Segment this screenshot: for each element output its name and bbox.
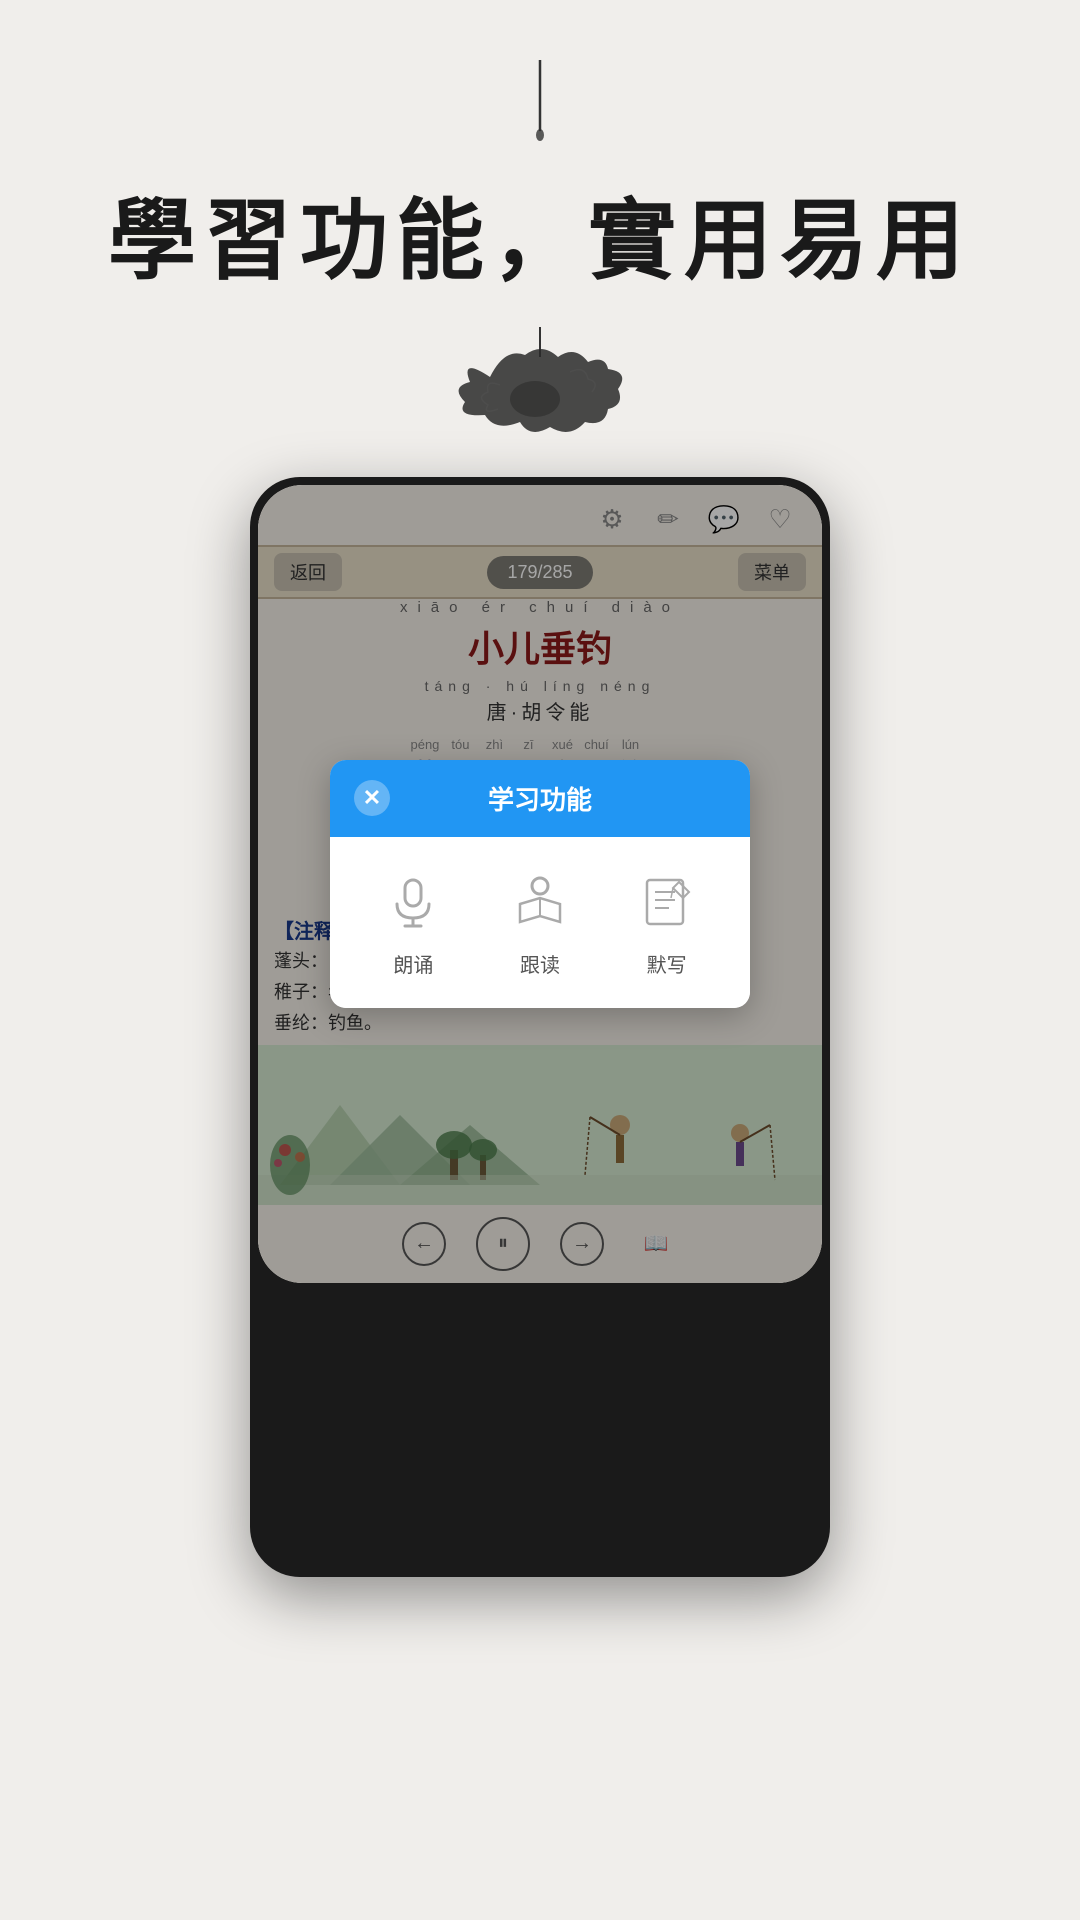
write-icon — [632, 867, 702, 937]
microphone-icon — [378, 867, 448, 937]
learning-modal: ✕ 学习功能 — [330, 760, 750, 1008]
modal-title: 学习功能 — [406, 780, 674, 817]
top-section: 學習功能，實用易用 — [0, 0, 1080, 477]
main-title: 學習功能，實用易用 — [108, 170, 972, 297]
dictation-option[interactable]: 默写 — [632, 867, 702, 978]
phone-mockup: ⚙ ✏ 💬 ♡ 返回 179/285 菜单 xiāo ér chuí diào … — [250, 477, 830, 1577]
recite-option[interactable]: 朗诵 — [378, 867, 448, 978]
ink-blob — [430, 327, 650, 447]
modal-header: ✕ 学习功能 — [330, 760, 750, 837]
follow-label: 跟读 — [520, 949, 560, 978]
dictation-label: 默写 — [647, 949, 687, 978]
phone-screen: ⚙ ✏ 💬 ♡ 返回 179/285 菜单 xiāo ér chuí diào … — [258, 485, 822, 1283]
modal-close-button[interactable]: ✕ — [354, 780, 390, 816]
person-read-icon — [505, 867, 575, 937]
modal-body: 朗诵 跟读 — [330, 837, 750, 1008]
modal-overlay[interactable]: ✕ 学习功能 — [258, 485, 822, 1283]
follow-option[interactable]: 跟读 — [505, 867, 575, 978]
ink-drop-top — [510, 60, 570, 160]
recite-label: 朗诵 — [393, 949, 433, 978]
